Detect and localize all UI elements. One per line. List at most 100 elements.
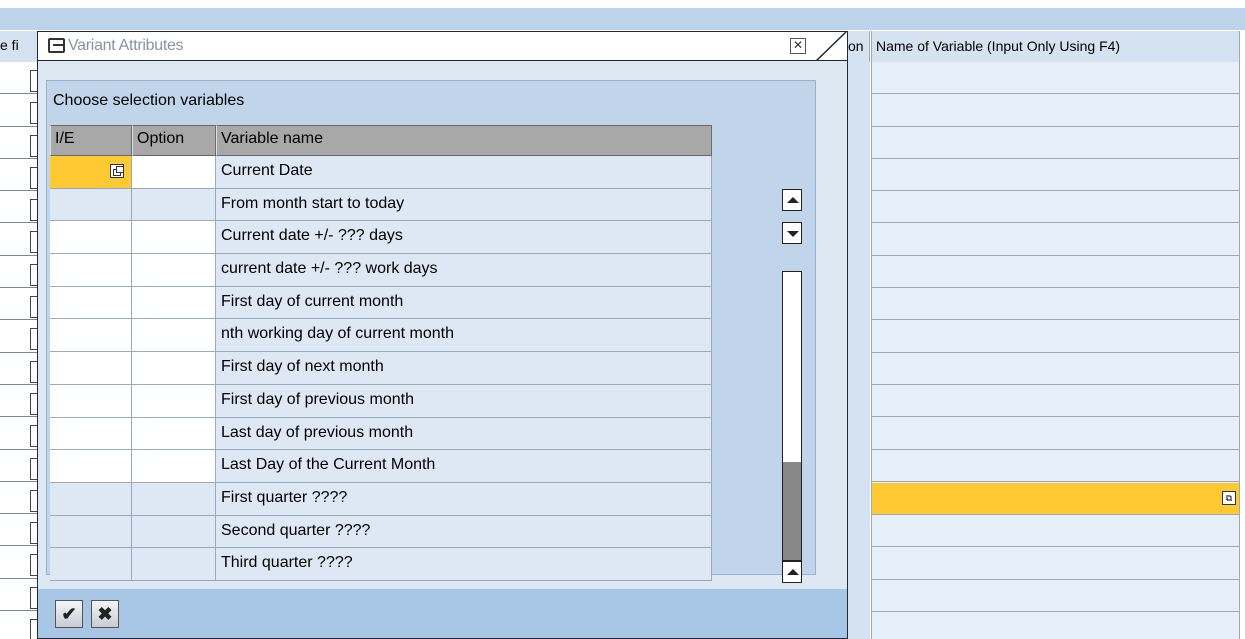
ie-input[interactable] — [50, 221, 132, 255]
bg-row-checkbox — [0, 127, 38, 159]
variable-name-cell[interactable]: Last day of previous month — [216, 417, 712, 451]
option-input[interactable] — [132, 515, 216, 549]
ie-input[interactable] — [50, 515, 132, 549]
option-input[interactable] — [132, 352, 216, 385]
f4-help-icon[interactable]: ⧉ — [1222, 490, 1236, 505]
variable-name-cell[interactable]: First day of next month — [216, 352, 712, 385]
table-row[interactable]: Current date +/- ??? days — [50, 221, 712, 255]
option-input[interactable] — [132, 156, 216, 189]
variable-name-field[interactable] — [872, 288, 1239, 321]
variable-name-field[interactable] — [872, 62, 1239, 95]
ie-input[interactable] — [50, 384, 132, 418]
scrollbar-track[interactable] — [782, 271, 802, 561]
variable-name-cell[interactable]: First day of current month — [216, 286, 712, 320]
variable-name-field[interactable] — [872, 223, 1239, 256]
variable-name-cell[interactable]: current date +/- ??? work days — [216, 254, 712, 287]
option-input[interactable] — [132, 319, 216, 353]
table-row[interactable]: Second quarter ???? — [50, 515, 712, 549]
vertical-scrollbar[interactable] — [782, 189, 804, 615]
column-header-variable-name[interactable]: Variable name — [216, 125, 712, 156]
option-input[interactable] — [132, 188, 216, 222]
table-row[interactable]: First day of previous month — [50, 384, 712, 418]
bg-row-checkbox — [0, 159, 38, 192]
variable-name-column: ⧉ — [871, 62, 1239, 639]
variable-name-cell[interactable]: nth working day of current month — [216, 319, 712, 353]
variable-name-field[interactable] — [872, 353, 1239, 385]
option-input[interactable] — [132, 384, 216, 418]
confirm-button[interactable]: ✔ — [55, 600, 83, 628]
variable-name-field[interactable] — [872, 94, 1239, 127]
scroll-down-icon[interactable] — [782, 222, 802, 244]
variable-name-cell[interactable]: Third quarter ???? — [216, 548, 712, 581]
ie-input[interactable] — [50, 417, 132, 451]
ie-input[interactable] — [50, 319, 132, 353]
variable-name-cell[interactable]: First quarter ???? — [216, 482, 712, 516]
option-input[interactable] — [132, 286, 216, 320]
table-row[interactable]: First day of current month — [50, 286, 712, 320]
variable-name-field[interactable] — [872, 547, 1239, 580]
variable-name-cell[interactable]: Second quarter ???? — [216, 515, 712, 549]
option-input[interactable] — [132, 450, 216, 483]
option-input[interactable] — [132, 254, 216, 287]
variable-name-cell[interactable]: First day of previous month — [216, 384, 712, 418]
bg-row-checkbox — [0, 353, 38, 385]
ie-input[interactable] — [50, 450, 132, 483]
variable-name-field[interactable] — [872, 159, 1239, 192]
ie-input[interactable] — [50, 482, 132, 516]
variable-name-field[interactable] — [872, 417, 1239, 450]
ie-input[interactable] — [50, 286, 132, 320]
close-icon[interactable]: ✕ — [790, 38, 806, 54]
top-toolbar-strip — [0, 0, 1245, 30]
bg-row-checkbox — [0, 62, 38, 95]
scroll-up-icon[interactable] — [782, 189, 802, 211]
variable-name-field[interactable] — [872, 385, 1239, 418]
f4-help-icon[interactable] — [110, 164, 124, 178]
option-input[interactable] — [132, 482, 216, 516]
dialog-titlebar[interactable]: Variant Attributes ✕ — [38, 32, 847, 61]
option-input[interactable] — [132, 417, 216, 451]
ie-input[interactable] — [50, 548, 132, 581]
bg-row-checkbox — [0, 223, 38, 256]
table-row[interactable]: Last Day of the Current Month — [50, 450, 712, 483]
table-row[interactable]: current date +/- ??? work days — [50, 254, 712, 287]
variable-name-field[interactable] — [872, 191, 1239, 224]
variable-name-cell[interactable]: Current Date — [216, 156, 712, 189]
column-header-ie[interactable]: I/E — [50, 125, 132, 156]
variable-name-field[interactable] — [872, 580, 1239, 613]
variable-name-cell[interactable]: Last Day of the Current Month — [216, 450, 712, 483]
bg-row-checkbox — [0, 94, 38, 127]
ie-input[interactable] — [50, 156, 132, 189]
ie-input[interactable] — [50, 188, 132, 222]
variable-name-field[interactable] — [872, 450, 1239, 482]
option-input[interactable] — [132, 221, 216, 255]
variable-name-field[interactable] — [872, 515, 1239, 548]
variable-name-field[interactable]: ⧉ — [872, 482, 1239, 516]
bg-row-checkbox — [0, 320, 38, 353]
table-row[interactable]: Last day of previous month — [50, 417, 712, 451]
bg-row-checkbox — [0, 579, 38, 612]
toolbar-band — [0, 8, 1245, 30]
column-header-option[interactable]: Option — [132, 125, 216, 156]
ie-input[interactable] — [50, 352, 132, 385]
titlebar-corner-slant — [815, 32, 847, 61]
variable-name-field[interactable] — [872, 612, 1239, 639]
cancel-button[interactable]: ✖ — [91, 600, 119, 628]
option-input[interactable] — [132, 548, 216, 581]
variable-name-cell[interactable]: Current date +/- ??? days — [216, 221, 712, 255]
ie-input[interactable] — [50, 254, 132, 287]
variable-name-cell[interactable]: From month start to today — [216, 188, 712, 222]
table-row[interactable]: First quarter ???? — [50, 482, 712, 516]
variable-name-field[interactable] — [872, 127, 1239, 159]
bg-row-checkbox — [0, 450, 38, 482]
table-row[interactable]: Third quarter ???? — [50, 548, 712, 581]
table-row[interactable]: nth working day of current month — [50, 319, 712, 353]
page-up-icon[interactable] — [782, 561, 802, 583]
cancel-x-icon: ✖ — [97, 604, 113, 624]
variable-name-field[interactable] — [872, 256, 1239, 289]
table-row[interactable]: From month start to today — [50, 188, 712, 222]
bg-row-checkbox — [0, 288, 38, 321]
scrollbar-thumb[interactable] — [783, 462, 801, 560]
table-row[interactable]: Current Date — [50, 156, 712, 189]
variable-name-field[interactable] — [872, 320, 1239, 353]
table-row[interactable]: First day of next month — [50, 352, 712, 385]
